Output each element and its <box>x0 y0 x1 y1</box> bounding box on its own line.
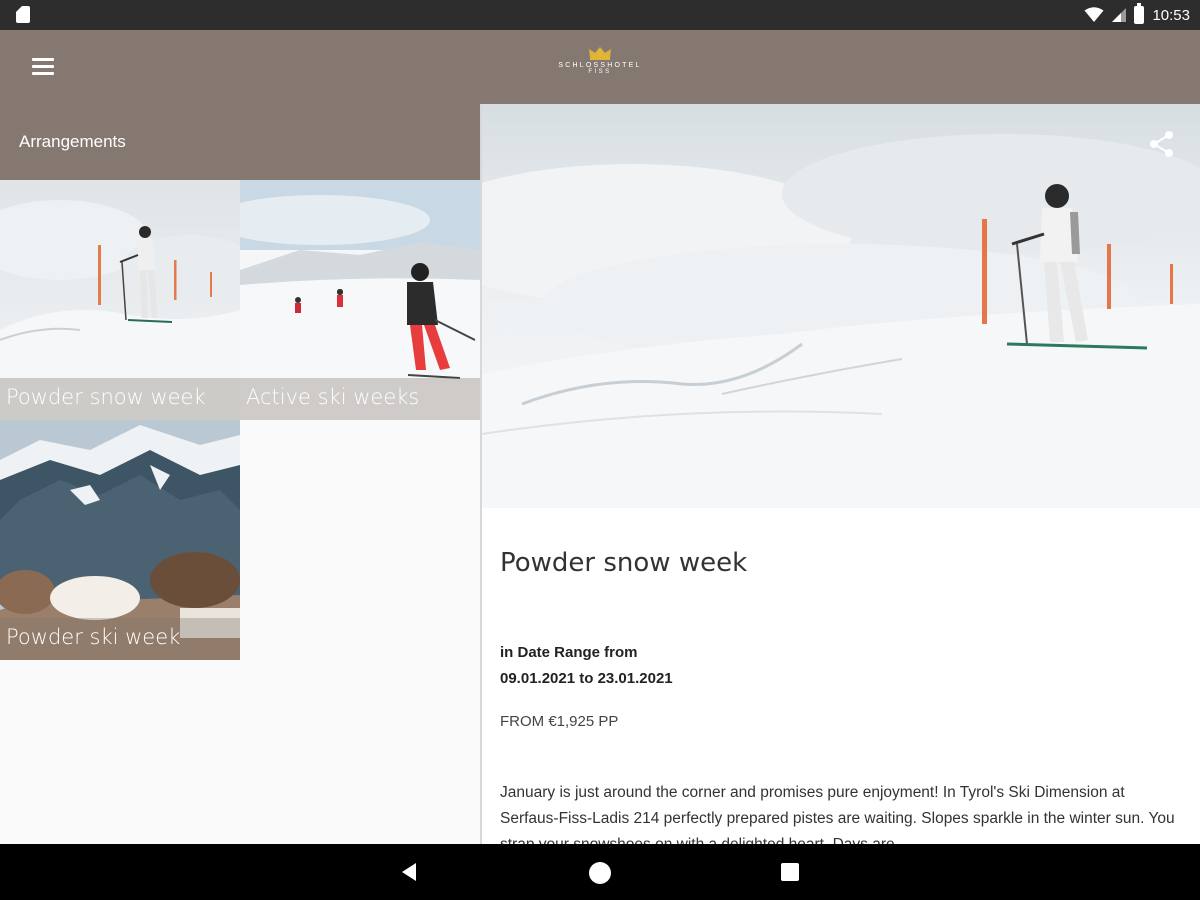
back-icon[interactable] <box>398 860 422 884</box>
arrangement-tile-powder-ski-week[interactable]: Powder ski week <box>0 420 240 660</box>
tile-label: Active ski weeks <box>246 385 420 409</box>
recents-icon[interactable] <box>781 863 799 881</box>
sim-card-icon <box>16 6 30 23</box>
wifi-icon <box>1084 7 1104 22</box>
status-bar: 10:53 <box>0 0 1200 30</box>
cell-signal-icon <box>1112 8 1127 22</box>
price-text: FROM €1,925 PP <box>500 713 619 730</box>
description-text: January is just around the corner and pr… <box>500 784 1175 844</box>
app-bar: SCHLOSSHOTEL FISS <box>0 30 1200 104</box>
section-title: Arrangements <box>19 132 126 151</box>
arrangement-detail: Powder snow week in Date Range from 09.0… <box>482 104 1200 844</box>
date-range-label: in Date Range from <box>500 644 638 661</box>
date-range-value: 09.01.2021 to 23.01.2021 <box>500 670 673 687</box>
crown-icon <box>589 47 611 60</box>
arrangement-tile-active-ski-weeks[interactable]: Active ski weeks <box>240 180 480 420</box>
tile-label: Powder ski week <box>6 625 181 649</box>
home-icon[interactable] <box>589 862 611 884</box>
tile-caption: Active ski weeks <box>240 378 480 420</box>
detail-title: Powder snow week <box>500 548 748 578</box>
clock: 10:53 <box>1152 6 1190 24</box>
hotel-logo: SCHLOSSHOTEL FISS <box>540 46 660 90</box>
arrangements-list: Arrangements Powder snow week Active ski… <box>0 104 480 844</box>
system-nav-bar <box>0 844 1200 900</box>
battery-icon <box>1134 3 1145 24</box>
tile-caption: Powder snow week <box>0 378 240 420</box>
arrangement-tile-powder-snow-week[interactable]: Powder snow week <box>0 180 240 420</box>
hero-image-skier-powder <box>482 104 1200 508</box>
tile-label: Powder snow week <box>6 385 206 409</box>
tile-caption: Powder ski week <box>0 618 240 660</box>
logo-text-line1: SCHLOSSHOTEL <box>558 62 642 69</box>
logo-text-line2: FISS <box>588 69 612 75</box>
hamburger-menu-icon[interactable] <box>20 54 64 82</box>
share-icon[interactable] <box>1146 128 1178 160</box>
section-header: Arrangements <box>0 104 480 180</box>
